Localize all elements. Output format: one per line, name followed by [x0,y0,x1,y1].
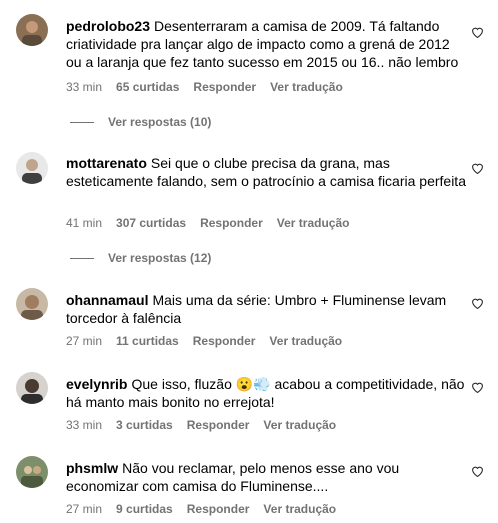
translate-button[interactable]: Ver tradução [270,80,343,94]
comment-likes[interactable]: 9 curtidas [116,502,173,516]
comment-time: 27 min [66,334,103,348]
view-replies-button[interactable]: Ver respostas (10) [66,115,211,129]
reply-button[interactable]: Responder [193,80,256,94]
comment-likes[interactable]: 307 curtidas [116,216,186,230]
comment-username[interactable]: evelynrib [66,376,127,392]
comment-meta: 33 min 65 curtidas Responder Ver tradução [66,80,357,94]
view-replies-label: Ver respostas (10) [108,115,212,129]
view-replies-button[interactable]: Ver respostas (12) [66,251,211,265]
comment-body: evelynrib Que isso, fluzão 😮💨 acabou a co… [66,375,466,411]
comment-username[interactable]: phsmlw [66,460,118,476]
avatar[interactable] [16,14,48,46]
comment-likes[interactable]: 3 curtidas [116,418,173,432]
reply-button[interactable]: Responder [187,502,250,516]
comment-likes[interactable]: 65 curtidas [116,80,179,94]
avatar[interactable] [16,456,48,488]
comment-meta: 27 min 11 curtidas Responder Ver tradução [66,334,356,348]
reply-button[interactable]: Responder [193,334,256,348]
comment-body: ohannamaul Mais uma da série: Umbro + Flu… [66,291,466,327]
avatar[interactable] [16,288,48,320]
avatar[interactable] [16,152,48,184]
comment-username[interactable]: ohannamaul [66,292,148,308]
like-heart-icon[interactable] [471,297,484,309]
comment-time: 33 min [66,418,103,432]
like-heart-icon[interactable] [471,162,484,174]
like-heart-icon[interactable] [471,26,484,38]
comment-body: pedrolobo23 Desenterraram a camisa de 200… [66,17,466,71]
comment-likes[interactable]: 11 curtidas [116,334,179,348]
comment-time: 27 min [66,502,103,516]
comment-time: 33 min [66,80,103,94]
translate-button[interactable]: Ver tradução [277,216,350,230]
comment-meta: 41 min 307 curtidas Responder Ver tradução [66,216,363,230]
translate-button[interactable]: Ver tradução [269,334,342,348]
comment-username[interactable]: pedrolobo23 [66,18,150,34]
comment-body: mottarenato Sei que o clube precisa da gr… [66,154,466,190]
like-heart-icon[interactable] [471,381,484,393]
view-replies-label: Ver respostas (12) [108,251,212,265]
like-heart-icon[interactable] [471,465,484,477]
comment-body: phsmlw Não vou reclamar, pelo menos esse … [66,459,466,495]
comment-meta: 33 min 3 curtidas Responder Ver tradução [66,418,350,432]
reply-button[interactable]: Responder [187,418,250,432]
divider-line [70,122,94,124]
comment-username[interactable]: mottarenato [66,155,147,171]
translate-button[interactable]: Ver tradução [263,418,336,432]
avatar[interactable] [16,372,48,404]
reply-button[interactable]: Responder [200,216,263,230]
comment-meta: 27 min 9 curtidas Responder Ver tradução [66,502,350,516]
translate-button[interactable]: Ver tradução [263,502,336,516]
divider-line [70,258,94,260]
comment-time: 41 min [66,216,103,230]
